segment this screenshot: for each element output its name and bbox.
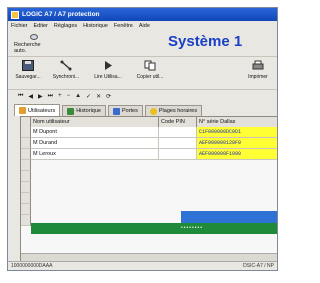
col-header-dallas[interactable]: N° série Dallas bbox=[197, 117, 277, 127]
row-header[interactable] bbox=[21, 160, 31, 171]
tab-plages-horaires[interactable]: Plages horaires bbox=[144, 105, 203, 116]
next-record-button[interactable]: ▶ bbox=[38, 93, 43, 100]
search-icon bbox=[30, 34, 38, 40]
grid-corner bbox=[21, 117, 31, 127]
copy-user-button[interactable]: Copier util... bbox=[132, 60, 168, 80]
recherche-auto-button[interactable]: Recherche auto. bbox=[14, 34, 54, 54]
cell-pin[interactable] bbox=[159, 149, 197, 160]
menu-fichier[interactable]: Fichier bbox=[11, 23, 28, 29]
last-record-button[interactable]: ⏭ bbox=[48, 93, 53, 100]
col-header-pin[interactable]: Code PIN bbox=[159, 117, 197, 127]
masked-pin: •••••••• bbox=[181, 225, 204, 231]
tab-plages-label: Plages horaires bbox=[158, 108, 198, 114]
tab-strip: Utilisateurs Historique Portes Plages ho… bbox=[14, 104, 277, 116]
cell-name[interactable]: M Durand bbox=[31, 138, 159, 149]
save-icon bbox=[22, 60, 34, 71]
menu-historique[interactable]: Historique bbox=[83, 23, 108, 29]
col-header-name[interactable]: Nom utilisateur bbox=[31, 117, 159, 127]
selected-cell-highlight[interactable] bbox=[181, 211, 277, 223]
tab-portes[interactable]: Portes bbox=[107, 105, 143, 116]
status-right: DSIC-A7 / NP bbox=[243, 263, 274, 269]
post-record-button[interactable]: ✓ bbox=[86, 93, 91, 100]
system-title: Système 1 bbox=[168, 33, 243, 50]
print-label: Imprimer bbox=[248, 74, 268, 80]
printer-icon bbox=[252, 60, 264, 70]
cell-dallas[interactable]: AEF000000F1090 bbox=[197, 149, 277, 160]
insert-record-button[interactable]: + bbox=[58, 93, 62, 99]
status-left: 1000000000DAAA bbox=[11, 263, 53, 269]
copy-user-icon bbox=[144, 60, 156, 71]
row-header[interactable] bbox=[21, 204, 31, 215]
menu-bar: Fichier Editer Réglages Historique Fenêt… bbox=[8, 21, 277, 31]
row-header[interactable] bbox=[21, 182, 31, 193]
sync-button[interactable]: Synchroni... bbox=[48, 60, 84, 80]
tab-historique[interactable]: Historique bbox=[62, 105, 106, 116]
status-bar: 1000000000DAAA DSIC-A7 / NP bbox=[8, 261, 277, 270]
copy-user-label: Copier util... bbox=[136, 74, 164, 80]
toolbar: Sauvegar... Synchroni... Lire Utilisa...… bbox=[8, 56, 277, 90]
cell-dallas[interactable]: AEF000000120F0 bbox=[197, 138, 277, 149]
sync-label: Synchroni... bbox=[52, 74, 80, 80]
read-users-label: Lire Utilisa... bbox=[94, 74, 122, 80]
read-users-button[interactable]: Lire Utilisa... bbox=[90, 60, 126, 80]
row-header[interactable] bbox=[21, 127, 31, 138]
users-grid: Nom utilisateur Code PIN N° série Dallas… bbox=[20, 116, 277, 262]
refresh-record-button[interactable]: ⟳ bbox=[106, 93, 111, 100]
row-header[interactable] bbox=[21, 193, 31, 204]
row-header[interactable] bbox=[21, 171, 31, 182]
clock-icon bbox=[149, 107, 157, 115]
tab-portes-label: Portes bbox=[121, 108, 138, 114]
row-header[interactable] bbox=[21, 215, 31, 226]
print-button[interactable]: Imprimer bbox=[240, 60, 276, 80]
cell-dallas[interactable]: C1F000000DC0D1 bbox=[197, 127, 277, 138]
history-icon bbox=[67, 107, 75, 115]
menu-editer[interactable]: Editer bbox=[34, 23, 48, 29]
menu-aide[interactable]: Aide bbox=[139, 23, 150, 29]
new-record-row[interactable] bbox=[31, 223, 277, 234]
app-window: LOGIC A7 / A7 protection Fichier Editer … bbox=[7, 7, 278, 271]
cell-pin[interactable] bbox=[159, 127, 197, 138]
save-label: Sauvegar... bbox=[15, 74, 41, 80]
row-header[interactable] bbox=[21, 138, 31, 149]
app-icon bbox=[11, 10, 19, 19]
tab-historique-label: Historique bbox=[76, 108, 101, 114]
save-button[interactable]: Sauvegar... bbox=[10, 60, 46, 80]
users-icon bbox=[19, 107, 26, 114]
title-bar: LOGIC A7 / A7 protection bbox=[8, 8, 277, 21]
menu-fenetre[interactable]: Fenêtre bbox=[114, 23, 133, 29]
cell-name[interactable]: M Dupont bbox=[31, 127, 159, 138]
door-icon bbox=[112, 107, 120, 115]
first-record-button[interactable]: ⏮ bbox=[18, 93, 23, 100]
delete-record-button[interactable]: − bbox=[67, 93, 71, 99]
tab-utilisateurs[interactable]: Utilisateurs bbox=[14, 104, 61, 116]
recherche-label: Recherche auto. bbox=[14, 42, 41, 54]
edit-record-button[interactable]: ▲ bbox=[75, 93, 81, 99]
prev-record-button[interactable]: ◀ bbox=[28, 93, 33, 100]
record-navigator: ⏮ ◀ ▶ ⏭ + − ▲ ✓ ✕ ⟳ bbox=[8, 90, 277, 102]
cell-pin[interactable] bbox=[159, 138, 197, 149]
sync-icon bbox=[60, 60, 72, 71]
read-users-icon bbox=[105, 61, 112, 70]
menu-reglages[interactable]: Réglages bbox=[54, 23, 77, 29]
cancel-record-button[interactable]: ✕ bbox=[96, 93, 101, 100]
tab-utilisateurs-label: Utilisateurs bbox=[28, 107, 56, 114]
row-header[interactable] bbox=[21, 149, 31, 160]
horizontal-scrollbar[interactable] bbox=[21, 253, 277, 261]
window-title: LOGIC A7 / A7 protection bbox=[22, 11, 100, 18]
cell-name[interactable]: M Leroux bbox=[31, 149, 159, 160]
